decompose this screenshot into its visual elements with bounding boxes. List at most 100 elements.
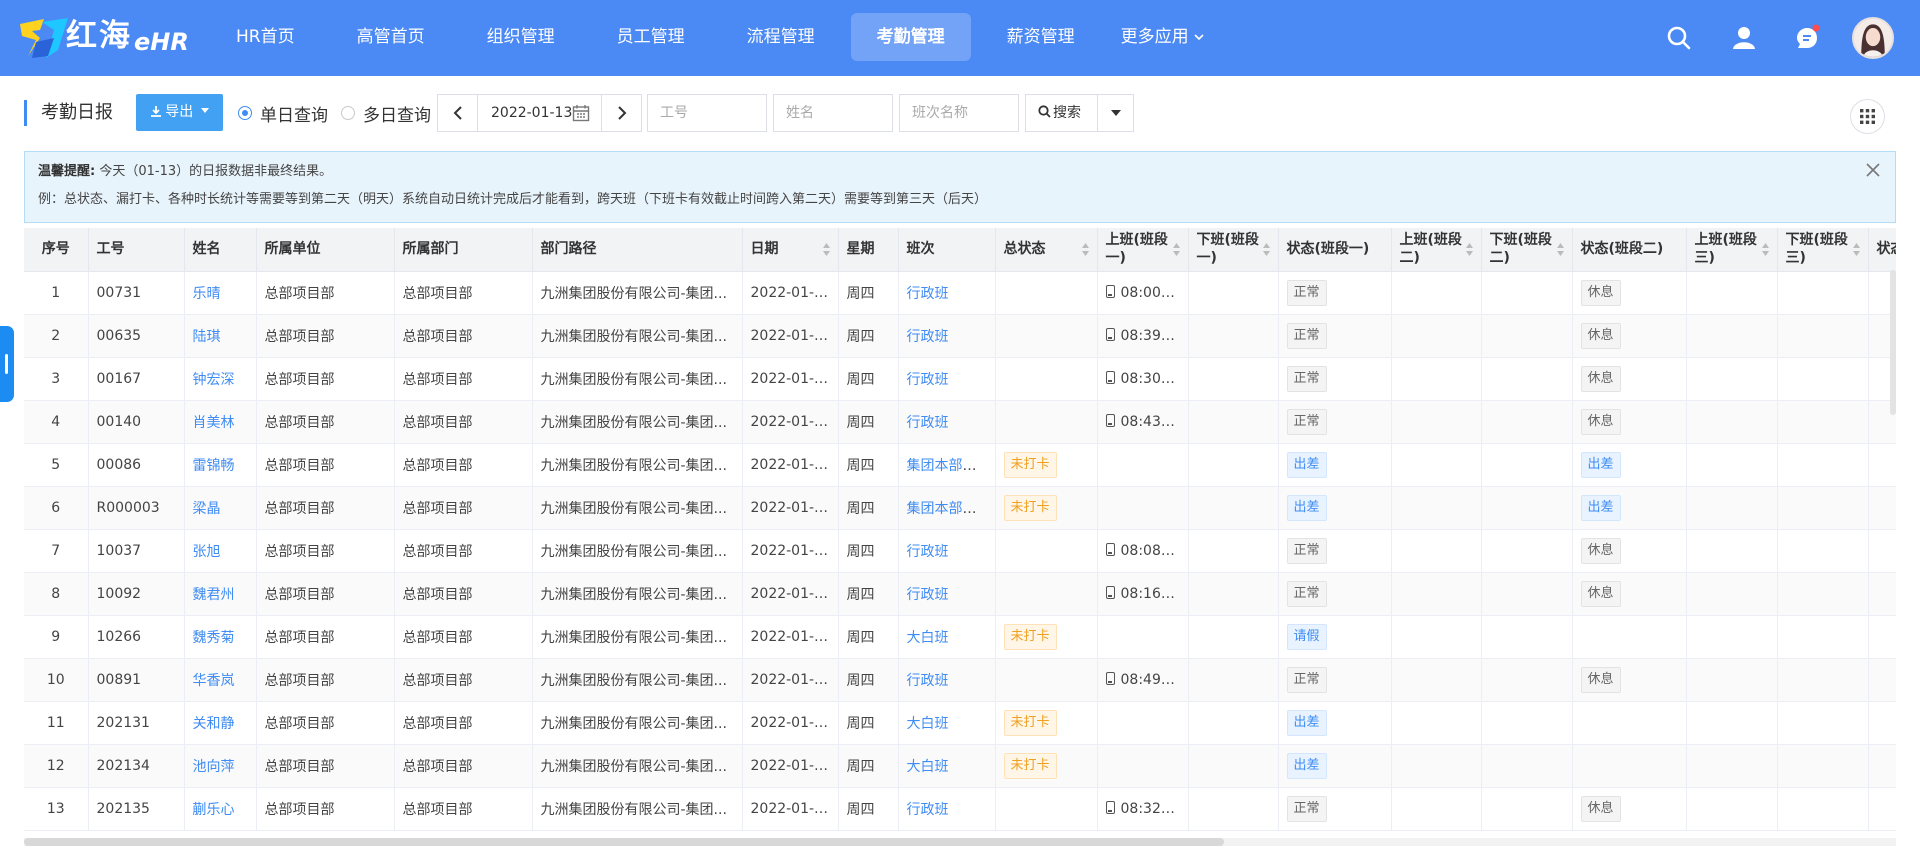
column-settings-button[interactable] xyxy=(1850,99,1885,134)
sort-icon[interactable] xyxy=(1081,242,1090,257)
col-header-off-duty-2[interactable]: 下班(班段二) xyxy=(1481,228,1573,272)
cell-path: 九洲集团股份有限公司-集团... xyxy=(532,787,743,831)
shift-link[interactable]: 行政班 xyxy=(907,544,949,560)
table-row[interactable]: 13 202135 蒯乐心 总部项目部 总部项目部 九洲集团股份有限公司-集团... 202… xyxy=(24,787,1896,831)
sort-icon[interactable] xyxy=(1761,242,1770,257)
col-header-date[interactable]: 日期 xyxy=(742,228,839,272)
employee-name-link[interactable]: 陆琪 xyxy=(193,329,221,345)
multi-day-radio[interactable]: 多日查询 xyxy=(341,101,431,126)
shift-link[interactable]: 大白班 xyxy=(907,759,949,775)
dept-text: 总部项目部 xyxy=(402,414,473,431)
nav-attendance[interactable]: 考勤管理 xyxy=(850,13,971,61)
shift-link[interactable]: 行政班 xyxy=(907,587,949,603)
col-header-off-duty-1[interactable]: 下班(班段一) xyxy=(1188,228,1279,272)
close-icon[interactable] xyxy=(1865,162,1881,178)
employee-name-link[interactable]: 华香岚 xyxy=(193,673,235,689)
employee-name-link[interactable]: 雷锦畅 xyxy=(193,458,235,474)
cell-status-2 xyxy=(1572,744,1687,788)
sort-icon[interactable] xyxy=(1465,242,1474,257)
cell-emp-no: 00140 xyxy=(88,400,185,444)
col-header-on-duty-1[interactable]: 上班(班段一) xyxy=(1097,228,1189,272)
cell-emp-no: 00891 xyxy=(88,658,185,702)
nav-workflow[interactable]: 流程管理 xyxy=(721,13,841,61)
employee-name-link[interactable]: 钟宏深 xyxy=(193,372,235,388)
nav-employee[interactable]: 员工管理 xyxy=(591,13,711,61)
chat-icon[interactable] xyxy=(1793,24,1821,52)
vertical-scrollbar[interactable] xyxy=(1890,270,1896,415)
single-day-radio[interactable]: 单日查询 xyxy=(238,101,328,126)
horizontal-scrollbar[interactable] xyxy=(24,838,1896,846)
employee-name-link[interactable]: 张旭 xyxy=(193,544,221,560)
shift-link[interactable]: 集团本部北... xyxy=(907,501,990,517)
name-input[interactable]: 姓名 xyxy=(773,94,893,132)
prev-day-button[interactable] xyxy=(437,94,478,132)
table-row[interactable]: 7 10037 张旭 总部项目部 总部项目部 九洲集团股份有限公司-集团... 2022-0… xyxy=(24,529,1896,573)
table-row[interactable]: 1 00731 乐晴 总部项目部 总部项目部 九洲集团股份有限公司-集团... 2022-0… xyxy=(24,271,1896,315)
table-row[interactable]: 11 202131 关和静 总部项目部 总部项目部 九洲集团股份有限公司-集团... 202… xyxy=(24,701,1896,745)
col-header-on-duty-3[interactable]: 上班(班段三) xyxy=(1686,228,1778,272)
user-icon[interactable] xyxy=(1730,24,1758,52)
advanced-search-toggle[interactable] xyxy=(1097,94,1134,132)
cell-off-duty-2 xyxy=(1481,400,1573,444)
col-header-emp-no: 工号 xyxy=(88,228,185,272)
col-header-overall-status[interactable]: 总状态 xyxy=(995,228,1098,272)
employee-name-link[interactable]: 蒯乐心 xyxy=(193,802,235,818)
nav-organization[interactable]: 组织管理 xyxy=(461,13,581,61)
table-row[interactable]: 3 00167 钟宏深 总部项目部 总部项目部 九洲集团股份有限公司-集团... 2022-… xyxy=(24,357,1896,401)
employee-name-link[interactable]: 乐晴 xyxy=(193,286,221,302)
cell-on-duty-2 xyxy=(1391,314,1482,358)
nav-hr-home[interactable]: HR首页 xyxy=(210,13,321,61)
shift-link[interactable]: 大白班 xyxy=(907,716,949,732)
sort-icon[interactable] xyxy=(1852,242,1861,257)
nav-more-apps[interactable]: 更多应用 xyxy=(1111,13,1231,61)
scrollbar-thumb[interactable] xyxy=(24,838,1224,846)
search-icon[interactable] xyxy=(1665,24,1693,52)
unit-text: 总部项目部 xyxy=(264,629,335,646)
employee-name-link[interactable]: 肖美林 xyxy=(193,415,235,431)
punch-time: 08:30:42 xyxy=(1120,370,1184,387)
table-row[interactable]: 6 R000003 梁晶 总部项目部 总部项目部 九洲集团股份有限公司-集团... 2022… xyxy=(24,486,1896,530)
cell-shift: 行政班 xyxy=(898,400,996,444)
table-row[interactable]: 12 202134 池向萍 总部项目部 总部项目部 九洲集团股份有限公司-集团... 202… xyxy=(24,744,1896,788)
table-row[interactable]: 9 10266 魏秀菊 总部项目部 总部项目部 九洲集团股份有限公司-集团... 2022-… xyxy=(24,615,1896,659)
sort-icon[interactable] xyxy=(1262,242,1271,257)
cell-on-duty-2 xyxy=(1391,357,1482,401)
date-picker[interactable]: 2022-01-13 xyxy=(477,94,603,132)
table-row[interactable]: 10 00891 华香岚 总部项目部 总部项目部 九洲集团股份有限公司-集团... 2022… xyxy=(24,658,1896,702)
employee-name-link[interactable]: 魏秀菊 xyxy=(193,630,235,646)
weekday-text: 周四 xyxy=(846,414,875,431)
shift-link[interactable]: 行政班 xyxy=(907,415,949,431)
side-drawer-handle[interactable] xyxy=(0,326,14,402)
shift-link[interactable]: 行政班 xyxy=(907,286,949,302)
employee-name-link[interactable]: 魏君州 xyxy=(193,587,235,603)
table-row[interactable]: 4 00140 肖美林 总部项目部 总部项目部 九洲集团股份有限公司-集团... 2022-… xyxy=(24,400,1896,444)
table-row[interactable]: 5 00086 雷锦畅 总部项目部 总部项目部 九洲集团股份有限公司-集团... 2022-… xyxy=(24,443,1896,487)
table-row[interactable]: 8 10092 魏君州 总部项目部 总部项目部 九洲集团股份有限公司-集团... 2022-… xyxy=(24,572,1896,616)
col-header-on-duty-2[interactable]: 上班(班段二) xyxy=(1391,228,1482,272)
shift-name-input[interactable]: 班次名称 xyxy=(899,94,1019,132)
cell-weekday: 周四 xyxy=(838,701,899,745)
shift-link[interactable]: 行政班 xyxy=(907,673,949,689)
cell-seq: 5 xyxy=(24,443,89,487)
shift-link[interactable]: 大白班 xyxy=(907,630,949,646)
sort-icon[interactable] xyxy=(1172,242,1181,257)
employee-name-link[interactable]: 关和静 xyxy=(193,716,235,732)
sort-icon[interactable] xyxy=(1556,242,1565,257)
employee-name-link[interactable]: 池向萍 xyxy=(193,759,235,775)
search-button[interactable]: 搜索 xyxy=(1025,94,1098,132)
employee-no-input[interactable]: 工号 xyxy=(647,94,767,132)
next-day-button[interactable] xyxy=(601,94,642,132)
shift-link[interactable]: 行政班 xyxy=(907,802,949,818)
employee-name-link[interactable]: 梁晶 xyxy=(193,501,221,517)
table-row[interactable]: 2 00635 陆琪 总部项目部 总部项目部 九洲集团股份有限公司-集团... 2022-0… xyxy=(24,314,1896,358)
shift-link[interactable]: 集团本部北... xyxy=(907,458,990,474)
col-header-off-duty-3[interactable]: 下班(班段三) xyxy=(1777,228,1869,272)
sort-icon[interactable] xyxy=(822,242,831,257)
nav-payroll[interactable]: 薪资管理 xyxy=(981,13,1101,61)
nav-executive-home[interactable]: 高管首页 xyxy=(331,13,451,61)
status-badge: 休息 xyxy=(1580,365,1621,392)
shift-link[interactable]: 行政班 xyxy=(907,372,949,388)
avatar[interactable] xyxy=(1852,17,1894,59)
shift-link[interactable]: 行政班 xyxy=(907,329,949,345)
export-button[interactable]: 导出 xyxy=(136,94,223,131)
